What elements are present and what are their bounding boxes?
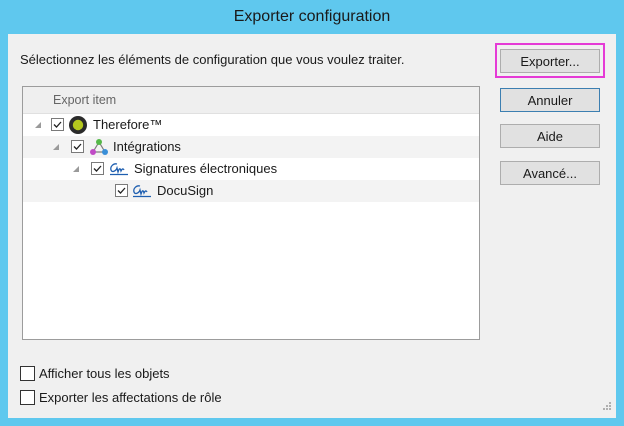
integrations-icon: [89, 137, 109, 160]
advanced-button[interactable]: Avancé...: [500, 161, 600, 185]
export-role-assignments-label: Exporter les affectations de rôle: [39, 390, 222, 405]
tree-item-label: Intégrations: [113, 139, 181, 154]
export-button[interactable]: Exporter...: [500, 49, 600, 73]
tree-item-therefore[interactable]: Therefore™: [23, 114, 479, 136]
instruction-text: Sélectionnez les éléments de configurati…: [20, 52, 405, 67]
signature-icon: [108, 160, 130, 181]
export-role-assignments-option[interactable]: Exporter les affectations de rôle: [20, 390, 222, 405]
resize-grip-icon[interactable]: [602, 399, 612, 414]
cancel-button[interactable]: Annuler: [500, 88, 600, 112]
tree-item-label: Therefore™: [93, 117, 163, 132]
therefore-logo-icon: [68, 115, 88, 138]
expand-arrow-icon[interactable]: [73, 166, 79, 172]
dialog-body: Sélectionnez les éléments de configurati…: [8, 34, 616, 418]
tree-item-integrations[interactable]: Intégrations: [23, 136, 479, 158]
tree-item-docusign[interactable]: DocuSign: [23, 180, 479, 202]
expand-arrow-icon[interactable]: [35, 122, 41, 128]
tree-checkbox[interactable]: [91, 162, 104, 175]
show-all-objects-checkbox[interactable]: [20, 366, 35, 381]
export-tree[interactable]: Export item Therefore™ Intégrations Sign…: [22, 86, 480, 340]
signature-icon: [131, 182, 153, 203]
export-role-assignments-checkbox[interactable]: [20, 390, 35, 405]
window-title: Exporter configuration: [233, 8, 391, 25]
expand-arrow-icon[interactable]: [53, 144, 59, 150]
tree-column-header[interactable]: Export item: [23, 87, 479, 114]
tree-item-label: Signatures électroniques: [134, 161, 278, 176]
show-all-objects-option[interactable]: Afficher tous les objets: [20, 366, 170, 381]
title-bar[interactable]: Exporter configuration: [0, 0, 624, 34]
tree-checkbox[interactable]: [115, 184, 128, 197]
tree-item-label: DocuSign: [157, 183, 214, 198]
tree-checkbox[interactable]: [51, 118, 64, 131]
column-header-label: Export item: [53, 93, 117, 107]
tree-item-signatures[interactable]: Signatures électroniques: [23, 158, 479, 180]
show-all-objects-label: Afficher tous les objets: [39, 366, 170, 381]
tree-checkbox[interactable]: [71, 140, 84, 153]
help-button[interactable]: Aide: [500, 124, 600, 148]
